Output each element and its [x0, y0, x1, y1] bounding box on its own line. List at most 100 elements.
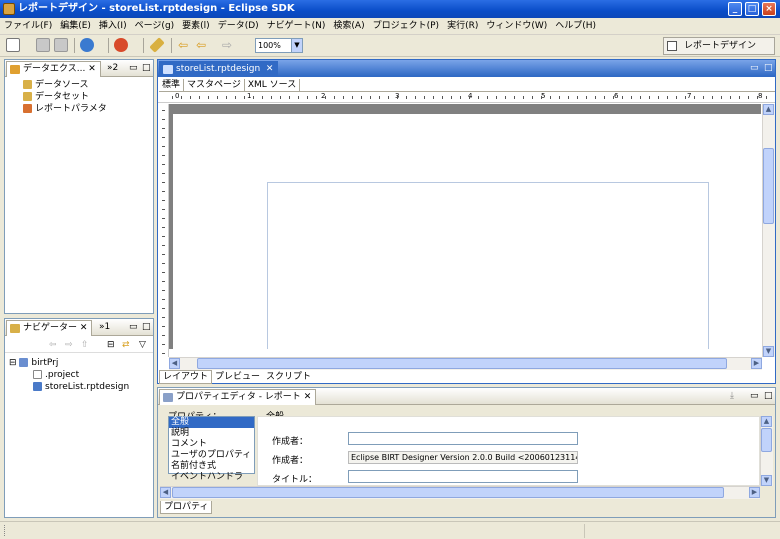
menu-file[interactable]: ファイル(F) [0, 18, 56, 35]
tree-item-dot-project[interactable]: .project [9, 369, 129, 381]
tree-item-rptdesign[interactable]: storeList.rptdesign [9, 381, 129, 393]
list-item[interactable]: ユーザのプロパティ [169, 450, 254, 461]
menu-edit[interactable]: 編集(E) [56, 18, 95, 35]
scroll-right-icon[interactable]: ▶ [751, 358, 762, 369]
save-all-icon[interactable] [54, 38, 68, 52]
zoom-combo[interactable]: 100% ▼ [255, 38, 303, 53]
list-item[interactable]: イベントハンドラ [169, 472, 254, 483]
perspective-icon [667, 41, 677, 51]
menu-element[interactable]: 要素(l) [178, 18, 214, 35]
scroll-left-icon[interactable]: ◀ [160, 487, 171, 498]
property-vertical-scrollbar[interactable]: ▲ ▼ [760, 416, 773, 486]
title-field[interactable] [348, 470, 578, 483]
run-icon[interactable] [114, 38, 128, 52]
back-icon[interactable]: ⇦ [196, 38, 210, 52]
list-item[interactable]: 全般 [169, 417, 254, 428]
scroll-thumb[interactable] [763, 148, 774, 224]
forward-icon[interactable]: ⇨ [65, 340, 73, 350]
pencil-icon[interactable] [149, 37, 165, 53]
forward-icon[interactable]: ⇨ [222, 38, 236, 52]
report-body-area[interactable] [267, 182, 709, 349]
scroll-down-icon[interactable]: ▼ [761, 475, 772, 486]
tab-storelist-rptdesign[interactable]: storeList.rptdesign ✕ [159, 61, 279, 77]
view-overflow[interactable]: »1 [99, 322, 110, 332]
tab-preview[interactable]: プレビュー [212, 371, 263, 383]
tree-item-report-parameters[interactable]: レポートパラメタ [23, 103, 107, 115]
view-overflow[interactable]: »2 [107, 63, 118, 73]
view-menu-icon[interactable]: ▽ [139, 340, 146, 350]
close-tab-icon[interactable]: ✕ [80, 323, 88, 333]
author-field[interactable] [348, 432, 578, 445]
save-icon[interactable] [36, 38, 50, 52]
close-icon[interactable]: × [762, 2, 776, 16]
tab-layout[interactable]: レイアウト [159, 370, 213, 384]
tab-script[interactable]: スクリプト [263, 371, 314, 383]
collapse-all-icon[interactable]: ⊟ [107, 340, 115, 350]
tree-item-data-sets[interactable]: データセット [23, 91, 107, 103]
maximize-icon[interactable]: □ [745, 2, 759, 16]
minimize-view-icon[interactable]: ▭ [750, 391, 759, 401]
layout-canvas[interactable] [169, 104, 761, 349]
scroll-thumb[interactable] [172, 487, 724, 498]
scroll-right-icon[interactable]: ▶ [749, 487, 760, 498]
menu-search[interactable]: 検索(A) [329, 18, 368, 35]
minimize-editor-icon[interactable]: ▭ [750, 63, 759, 73]
report-page[interactable] [173, 114, 761, 349]
property-horizontal-scrollbar[interactable]: ◀ ▶ [160, 486, 760, 499]
editor-horizontal-scrollbar[interactable]: ◀ ▶ [169, 357, 762, 370]
menu-data[interactable]: データ(D) [214, 18, 263, 35]
scroll-up-icon[interactable]: ▲ [763, 104, 774, 115]
pin-icon[interactable]: ⤓ [730, 391, 734, 401]
list-item[interactable]: 説明 [169, 428, 254, 439]
menu-page[interactable]: ページ(g) [131, 18, 179, 35]
folder-icon [19, 358, 29, 367]
scroll-left-icon[interactable]: ◀ [169, 358, 180, 369]
scroll-down-icon[interactable]: ▼ [763, 346, 774, 357]
maximize-view-icon[interactable]: □ [764, 391, 773, 401]
up-icon[interactable]: ⇧ [81, 340, 89, 350]
tab-data-explorer[interactable]: データエクス... ✕ [6, 61, 101, 77]
parameter-icon [23, 104, 32, 113]
property-category-list[interactable]: 全般 説明 コメント ユーザのプロパティ 名前付き式 イベントハンドラ [168, 416, 255, 482]
menu-project[interactable]: プロジェクト(P) [369, 18, 443, 35]
tab-standard[interactable]: 標準 [159, 79, 185, 91]
new-icon[interactable] [6, 38, 20, 52]
scroll-up-icon[interactable]: ▲ [761, 416, 772, 427]
menu-help[interactable]: ヘルプ(H) [551, 18, 600, 35]
tab-properties[interactable]: プロパティ [160, 501, 213, 514]
maximize-editor-icon[interactable]: □ [764, 63, 773, 73]
tree-toggle[interactable]: ⊟ [9, 358, 17, 368]
tab-navigator[interactable]: ナビゲーター ✕ [6, 320, 93, 336]
scroll-thumb[interactable] [197, 358, 727, 369]
scroll-thumb[interactable] [761, 428, 772, 452]
tab-xml-source[interactable]: XML ソース [245, 79, 301, 91]
close-tab-icon[interactable]: ✕ [88, 64, 96, 74]
maximize-view-icon[interactable]: □ [142, 63, 151, 73]
list-item[interactable]: 名前付き式 [169, 461, 254, 472]
tab-master-page[interactable]: マスタページ [184, 79, 245, 91]
menu-navigate[interactable]: ナビゲート(N) [263, 18, 330, 35]
maximize-view-icon[interactable]: □ [142, 322, 151, 332]
menu-bar: ファイル(F) 編集(E) 挿入(I) ページ(g) 要素(l) データ(D) ナビゲート(… [0, 18, 780, 35]
menu-run[interactable]: 実行(R) [443, 18, 482, 35]
minimize-icon[interactable]: _ [728, 2, 742, 16]
minimize-view-icon[interactable]: ▭ [129, 322, 138, 332]
editor-vertical-scrollbar[interactable]: ▲ ▼ [762, 104, 775, 357]
close-tab-icon[interactable]: ✕ [266, 64, 274, 74]
close-tab-icon[interactable]: ✕ [304, 392, 312, 402]
debug-icon[interactable] [80, 38, 94, 52]
tab-property-editor[interactable]: プロパティエディタ - レポート ✕ [159, 389, 317, 405]
menu-window[interactable]: ウィンドウ(W) [482, 18, 551, 35]
menu-insert[interactable]: 挿入(I) [95, 18, 131, 35]
tab-navigator-label: ナビゲーター [23, 323, 78, 333]
minimize-view-icon[interactable]: ▭ [129, 63, 138, 73]
tree-item-project[interactable]: ⊟ birtPrj [9, 357, 129, 369]
created-by-field[interactable]: Eclipse BIRT Designer Version 2.0.0 Buil… [348, 451, 578, 464]
tree-item-data-sources[interactable]: データソース [23, 79, 107, 91]
perspective-button[interactable]: レポートデザイン [663, 37, 775, 55]
back-icon[interactable]: ⇦ [49, 340, 57, 350]
back-annotation-icon[interactable]: ⇦ [178, 38, 192, 52]
list-item[interactable]: コメント [169, 439, 254, 450]
chevron-down-icon[interactable]: ▼ [291, 39, 302, 52]
link-editor-icon[interactable]: ⇄ [122, 340, 130, 350]
